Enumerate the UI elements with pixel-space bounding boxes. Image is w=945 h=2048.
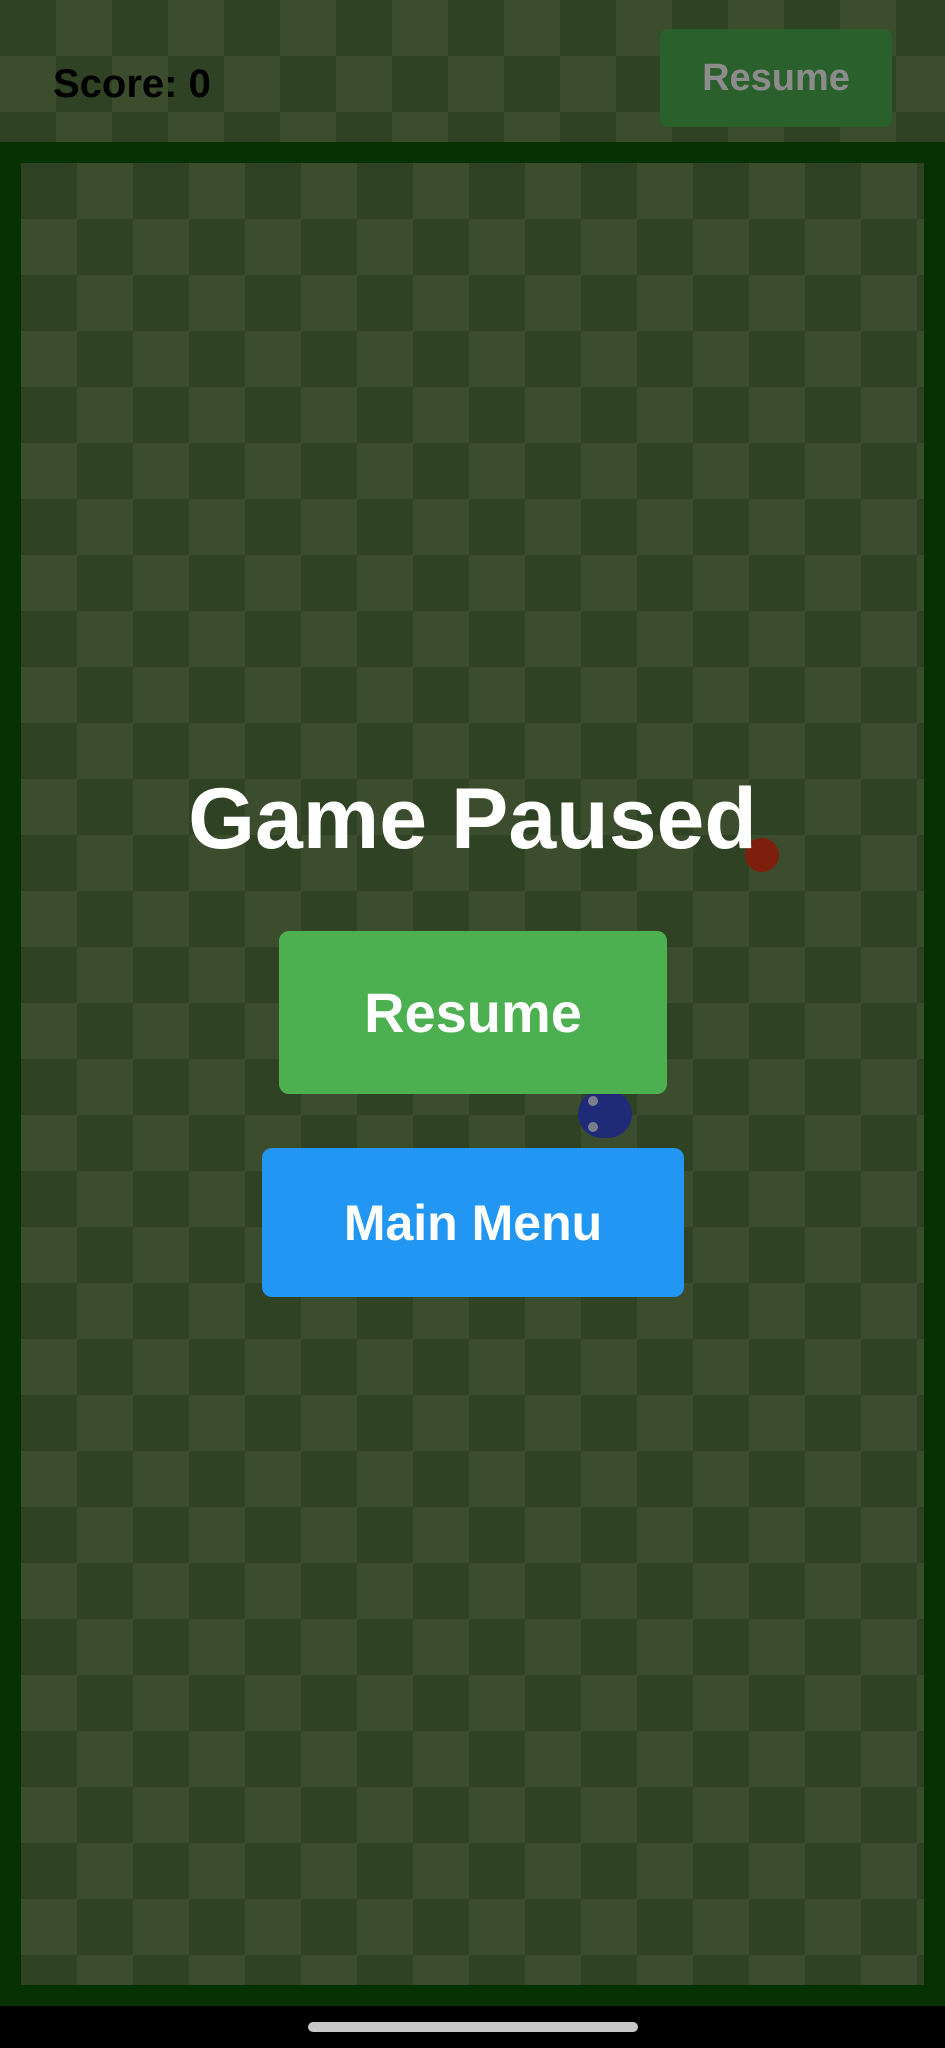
resume-button[interactable]: Resume (279, 931, 667, 1094)
pause-title: Game Paused (188, 771, 757, 867)
home-gesture-handle[interactable] (308, 2022, 638, 2032)
main-menu-button[interactable]: Main Menu (262, 1148, 684, 1297)
